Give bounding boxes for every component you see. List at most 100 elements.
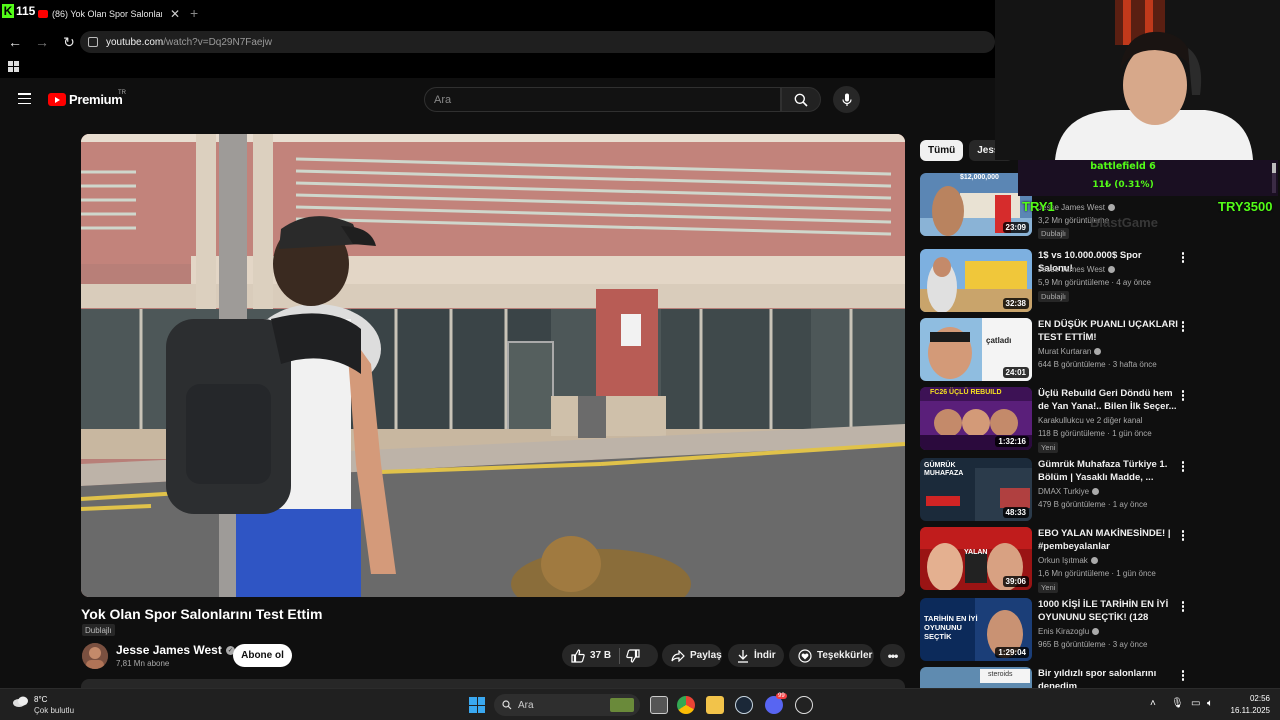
recommendation-item[interactable]: GÜMRÜK MUHAFAZA 48:33 Gümrük Muhafaza Tü… (920, 458, 1200, 522)
download-button[interactable]: İndir (728, 644, 784, 667)
video-meta: 5,9 Mn görüntüleme · 4 ay önce (1038, 278, 1151, 287)
channel-avatar[interactable] (82, 643, 108, 669)
more-vert-icon[interactable] (1181, 461, 1185, 472)
thumb-overlay-text: GÜMRÜK MUHAFAZA (924, 462, 964, 477)
like-divider (619, 647, 621, 664)
apps-grid-icon[interactable] (8, 61, 19, 72)
url-field[interactable]: youtube.com/watch?v=Dq29N7Faejw (80, 31, 995, 53)
video-title: EN DÜŞÜK PUANLI UÇAKLARI TEST ETTİM! (1038, 319, 1178, 343)
recommendation-item[interactable]: YALAN 39:06 EBO YALAN MAKİNESİNDE! | #pe… (920, 527, 1200, 593)
overlay-watermark: BlastGame (1090, 215, 1158, 230)
video-meta: 479 B görüntüleme · 1 ay önce (1038, 500, 1148, 509)
video-title: Gümrük Muhafaza Türkiye 1. Bölüm | Yasak… (1038, 459, 1168, 483)
weather-temperature: 8°C (34, 695, 48, 704)
url-text: youtube.com/watch?v=Dq29N7Faejw (106, 37, 272, 48)
video-thumbnail: $12,000,000 23:09 (920, 173, 1032, 236)
search-button[interactable] (781, 87, 821, 112)
channel-name: Jesse James West (116, 643, 222, 657)
channel-name: DMAX Turkiye (1038, 487, 1100, 496)
search-field (424, 87, 781, 112)
more-vert-icon[interactable] (1181, 321, 1185, 332)
reload-icon[interactable]: ↻ (57, 30, 81, 54)
video-title: Bir yıldızlı spor salonlarını denedim (1038, 668, 1157, 688)
more-actions-button[interactable]: ••• (880, 644, 905, 667)
chrome-icon[interactable] (677, 696, 695, 714)
voice-search-button[interactable] (833, 86, 860, 113)
browser-tab-active[interactable]: (86) Yok Olan Spor Salonlarını Test Etti… (34, 3, 182, 25)
cloudy-weather-icon[interactable] (12, 694, 30, 708)
more-vert-icon[interactable] (1181, 252, 1185, 263)
video-thumbnail: çatladı 24:01 (920, 318, 1032, 381)
chip-all[interactable]: Tümü (920, 140, 964, 161)
windows-start-icon[interactable] (469, 697, 485, 713)
video-thumbnail: FC26 ÜÇLÜ REBUILD 1:32:16 (920, 387, 1032, 450)
share-button[interactable]: Paylaş (662, 644, 722, 667)
video-player[interactable] (81, 134, 905, 597)
thanks-button[interactable]: Teşekkürler (789, 644, 874, 667)
search-input[interactable] (434, 93, 780, 106)
youtube-premium-logo[interactable]: Premium (48, 92, 123, 107)
site-info-icon[interactable] (88, 37, 98, 47)
channel-name: Enis Kirazoglu (1038, 627, 1100, 636)
channel-label: Enis Kirazoglu (1038, 627, 1090, 636)
back-arrow-icon[interactable]: ← (3, 30, 27, 54)
thumbs-down-icon (626, 648, 640, 663)
channel-name: Orkun Işıtmak (1038, 556, 1098, 565)
more-vert-icon[interactable] (1181, 530, 1185, 541)
video-title: Üçlü Rebuild Geri Döndü hem de Yan Yana!… (1038, 388, 1177, 412)
new-tab-icon[interactable]: + (190, 5, 198, 21)
subscribe-button[interactable]: Abone ol (233, 644, 292, 667)
more-vert-icon[interactable] (1181, 390, 1185, 401)
overlay-scroll-thumb (1272, 163, 1276, 173)
video-thumbnail: GÜMRÜK MUHAFAZA 48:33 (920, 458, 1032, 521)
video-thumbnail: YALAN 39:06 (920, 527, 1032, 590)
forward-arrow-icon[interactable]: → (30, 30, 54, 54)
recommendation-item[interactable]: steroids Bir yıldızlı spor salonlarını d… (920, 667, 1200, 688)
recommendation-item[interactable]: FC26 ÜÇLÜ REBUILD 1:32:16 Üçlü Rebuild G… (920, 387, 1200, 453)
recommendation-item[interactable]: TARİHİN EN İYİ OYUNUNU SEÇTİK 1:29:04 10… (920, 598, 1200, 662)
recommendation-item[interactable]: çatladı 24:01 EN DÜŞÜK PUANLI UÇAKLARI T… (920, 318, 1200, 382)
task-view-icon[interactable] (650, 696, 668, 714)
channel-label: Jesse James West (1038, 265, 1105, 274)
clock-date[interactable]: 16.11.2025 (1227, 706, 1270, 715)
clock-time[interactable]: 02:56 (1244, 694, 1270, 703)
obs-icon[interactable] (795, 696, 813, 714)
thumb-overlay-text: YALAN (964, 549, 988, 556)
super-thanks-icon (798, 648, 812, 663)
file-explorer-icon[interactable] (706, 696, 724, 714)
dislike-button[interactable] (626, 648, 640, 663)
browser-address-bar: ← → ↻ youtube.com/watch?v=Dq29N7Faejw (0, 28, 995, 56)
channel-name-link[interactable]: Jesse James West ✓ (116, 643, 235, 657)
like-count: 37 B (590, 650, 612, 661)
channel-name: Karakullukcu ve 2 diğer kanal (1038, 416, 1143, 425)
microphone-icon (841, 93, 852, 106)
menu-icon[interactable] (18, 93, 31, 104)
video-meta: 965 B görüntüleme · 3 ay önce (1038, 640, 1148, 649)
new-badge: Yeni (1038, 582, 1059, 593)
volume-icon[interactable]: 🔈︎ (1207, 698, 1213, 709)
steam-icon[interactable] (735, 696, 753, 714)
url-path: /watch?v=Dq29N7Faejw (163, 36, 272, 48)
video-title: Yok Olan Spor Salonlarını Test Ettim (81, 606, 323, 622)
thanks-label: Teşekkürler (817, 650, 873, 661)
video-duration: 24:01 (1002, 367, 1029, 378)
display-tray-icon[interactable]: ▭ (1191, 698, 1200, 709)
avatar-image (82, 643, 108, 669)
tab-close-icon[interactable]: ✕ (170, 7, 180, 21)
thumbs-up-icon (571, 648, 585, 663)
more-vert-icon[interactable] (1181, 670, 1185, 681)
like-dislike-group: 37 B (562, 644, 658, 667)
like-button[interactable] (571, 648, 585, 663)
recommendation-item[interactable]: 32:38 1$ vs 10.000.000$ Spor Salonu! Jes… (920, 249, 1200, 313)
video-duration: 39:06 (1002, 576, 1029, 587)
thumb-overlay-text: steroids (988, 671, 1013, 678)
bookmarks-bar (0, 56, 995, 78)
overlay-game: battlefield 6 (1090, 161, 1156, 172)
webcam-feed (995, 0, 1280, 160)
windows-taskbar: 8°C Çok bulutlu Ara 99 ˄ 🎙︎ ▭ 🔈︎ 02:56 1… (0, 688, 1280, 720)
microphone-tray-icon[interactable]: 🎙︎ (1171, 698, 1184, 709)
tray-overflow-icon[interactable]: ˄ (1150, 698, 1156, 709)
more-vert-icon[interactable] (1181, 601, 1185, 612)
thumb-overlay-text: TARİHİN EN İYİ OYUNUNU SEÇTİK (924, 614, 978, 641)
taskbar-search[interactable]: Ara (494, 694, 640, 716)
